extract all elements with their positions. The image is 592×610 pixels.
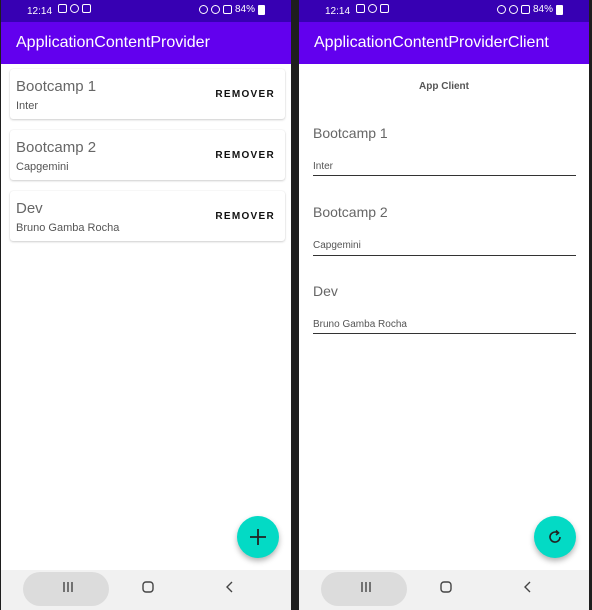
notification-icon	[356, 4, 365, 13]
media-icon	[82, 4, 91, 13]
sync-icon	[70, 4, 79, 13]
remove-button[interactable]: REMOVER	[215, 150, 275, 161]
notification-icons	[58, 4, 91, 13]
status-time: 12:14	[27, 6, 53, 17]
sync-icon	[368, 4, 377, 13]
divider	[313, 255, 576, 256]
alarm-icon	[496, 5, 506, 14]
item-subtitle: Bruno Gamba Rocha	[16, 222, 120, 234]
signal-icon	[520, 5, 530, 14]
item-title: Dev	[16, 200, 43, 217]
status-bar: 12:14 84%	[1, 0, 291, 22]
app-bar-title: ApplicationContentProviderClient	[299, 22, 589, 64]
recent-apps-icon[interactable]	[359, 580, 373, 594]
item-subtitle: Inter	[16, 100, 39, 112]
list-item: Bootcamp 2 Capgemini REMOVER	[10, 130, 285, 180]
item-subtitle: Capgemini	[313, 240, 361, 251]
app-bar-title: ApplicationContentProvider	[1, 22, 291, 64]
system-icons: 84%	[496, 4, 563, 15]
battery-icon	[258, 4, 265, 15]
item-title: Bootcamp 1	[313, 125, 388, 141]
home-icon[interactable]	[439, 580, 453, 594]
notification-icons	[356, 4, 389, 13]
list-item: Bootcamp 2 Capgemini	[313, 204, 576, 256]
status-time: 12:14	[325, 6, 351, 17]
remove-button[interactable]: REMOVER	[215, 89, 275, 100]
signal-icon	[222, 5, 232, 14]
divider	[313, 175, 576, 176]
list-item: Bootcamp 1 Inter REMOVER	[10, 69, 285, 119]
item-subtitle: Inter	[313, 161, 334, 172]
navigation-bar	[1, 570, 291, 610]
refresh-fab-button[interactable]	[534, 516, 576, 558]
status-bar: 12:14 84%	[299, 0, 589, 22]
back-icon[interactable]	[223, 580, 237, 594]
item-subtitle: Capgemini	[16, 161, 69, 173]
item-title: Dev	[313, 283, 338, 299]
list-item: Bootcamp 1 Inter	[313, 125, 576, 176]
wifi-icon	[508, 5, 518, 14]
list-item: Dev Bruno Gamba Rocha	[313, 283, 576, 334]
item-subtitle: Bruno Gamba Rocha	[313, 319, 407, 330]
battery-icon	[556, 4, 563, 15]
divider	[313, 333, 576, 334]
right-phone-screen: 12:14 84% ApplicationContentProviderClie…	[299, 0, 589, 610]
media-icon	[380, 4, 389, 13]
refresh-icon	[549, 529, 561, 543]
left-phone-screen: 12:14 84% ApplicationContentProvider Boo…	[1, 0, 291, 610]
add-fab-button[interactable]	[237, 516, 279, 558]
home-icon[interactable]	[141, 580, 155, 594]
plus-icon	[250, 529, 266, 545]
page-title: App Client	[419, 81, 469, 92]
remove-button[interactable]: REMOVER	[215, 211, 275, 222]
back-icon[interactable]	[521, 580, 535, 594]
system-icons: 84%	[198, 4, 265, 15]
item-title: Bootcamp 1	[16, 78, 97, 95]
item-title: Bootcamp 2	[313, 204, 388, 220]
item-title: Bootcamp 2	[16, 139, 97, 156]
battery-percent: 84%	[532, 4, 553, 15]
wifi-icon	[210, 5, 220, 14]
battery-percent: 84%	[234, 4, 255, 15]
notification-icon	[58, 4, 67, 13]
alarm-icon	[198, 5, 208, 14]
recent-apps-icon[interactable]	[61, 580, 75, 594]
navigation-bar	[299, 570, 589, 610]
list-item: Dev Bruno Gamba Rocha REMOVER	[10, 191, 285, 241]
